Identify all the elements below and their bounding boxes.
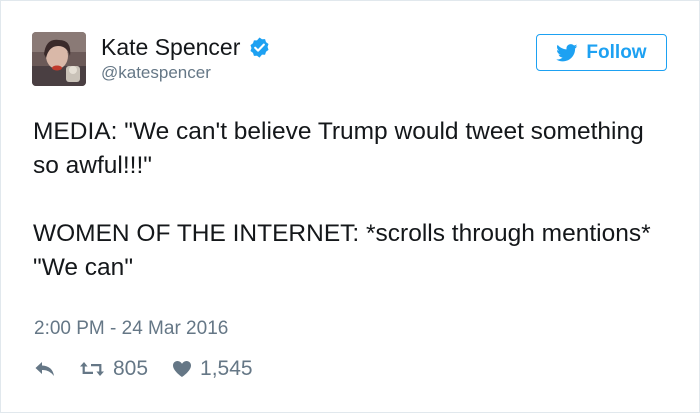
reply-button[interactable] [34, 360, 56, 378]
retweet-icon [80, 362, 104, 376]
tweet-actions: 805 1,545 [34, 357, 253, 381]
reply-icon [35, 362, 54, 376]
like-button[interactable]: 1,545 [172, 357, 253, 381]
retweet-count: 805 [113, 357, 149, 380]
avatar[interactable] [32, 32, 86, 86]
retweet-button[interactable]: 805 [79, 357, 148, 381]
like-count: 1,545 [200, 357, 253, 380]
tweet-line: MEDIA: "We can't believe Trump would twe… [33, 118, 644, 179]
heart-icon [173, 361, 192, 377]
tweet-timestamp[interactable]: 2:00 PM - 24 Mar 2016 [34, 318, 228, 340]
tweet-line: WOMEN OF THE INTERNET: *scrolls through … [33, 220, 651, 247]
twitter-bird-icon [556, 43, 578, 61]
follow-button[interactable]: Follow [536, 34, 667, 71]
tweet-text: MEDIA: "We can't believe Trump would twe… [33, 115, 663, 285]
user-info: Kate Spencer @katespencer [101, 34, 271, 83]
tweet-card: Kate Spencer @katespencer Follow MEDIA: … [0, 0, 700, 413]
user-name[interactable]: Kate Spencer [101, 34, 240, 60]
tweet-line: "We can" [33, 254, 134, 281]
verified-badge-icon [248, 36, 271, 59]
follow-button-label: Follow [586, 41, 647, 63]
user-handle[interactable]: @katespencer [101, 63, 271, 83]
